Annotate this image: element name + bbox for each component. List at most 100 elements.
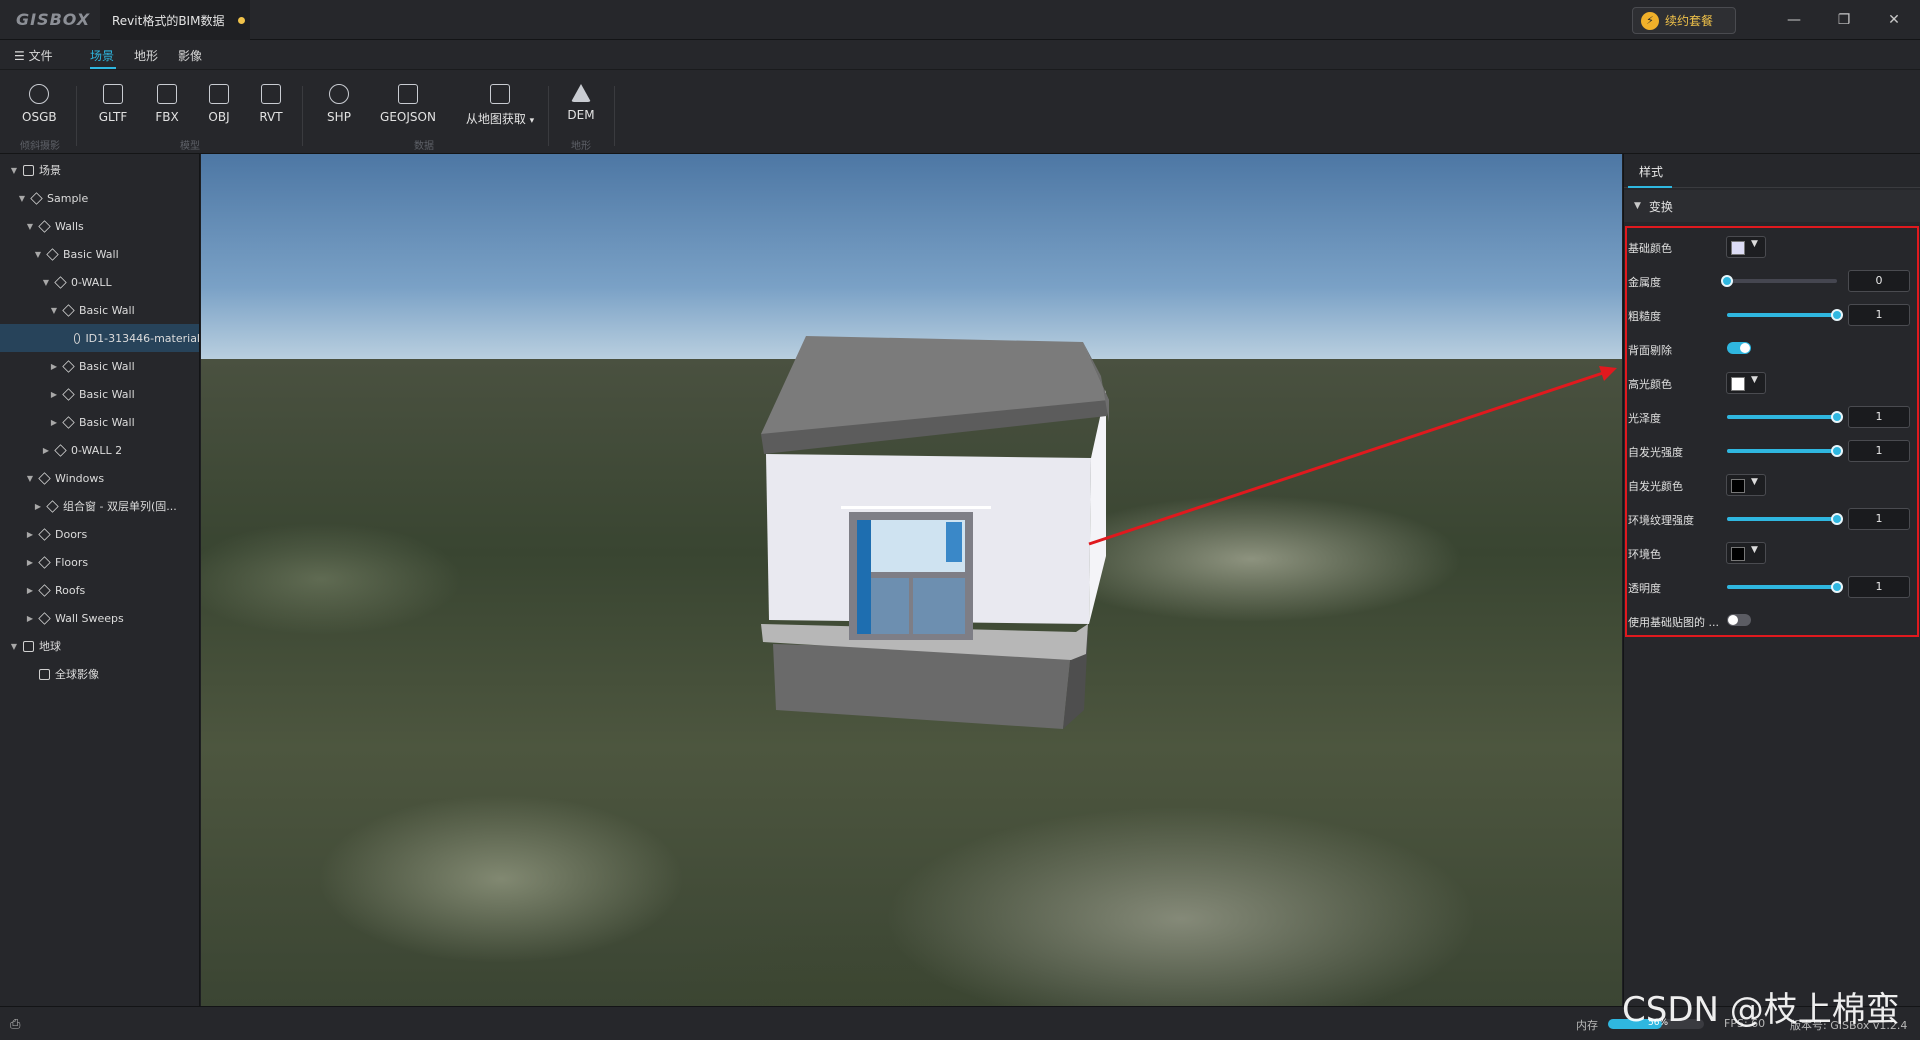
tree-node-material-selected[interactable]: ID1-313446-material xyxy=(0,324,199,352)
expand-icon[interactable]: ▶ xyxy=(24,586,36,595)
expand-icon[interactable]: ▶ xyxy=(24,558,36,567)
gltf-button[interactable]: GLTF xyxy=(96,84,130,124)
tab-imagery[interactable]: 影像 xyxy=(178,47,202,64)
rvt-button[interactable]: RVT xyxy=(254,84,288,124)
tree-node-label: Floors xyxy=(55,555,89,569)
cube-icon xyxy=(62,359,75,373)
osgb-icon xyxy=(29,84,49,104)
expand-icon[interactable]: ▼ xyxy=(16,194,28,203)
tree-node-wall-sweeps[interactable]: ▶ Wall Sweeps xyxy=(0,604,199,632)
cube-icon xyxy=(46,247,59,261)
cube-icon xyxy=(54,443,67,457)
tree-node-label: Doors xyxy=(55,527,88,541)
tree-node-floors[interactable]: ▶ Floors xyxy=(0,548,199,576)
tree-node-earth[interactable]: ▼ 地球 xyxy=(0,632,199,660)
expand-icon[interactable]: ▼ xyxy=(8,166,20,175)
expand-icon[interactable]: ▼ xyxy=(24,474,36,483)
document-tab-label: Revit格式的BIM数据 xyxy=(112,13,225,28)
material-icon xyxy=(73,332,81,344)
tree-node-basic-wall[interactable]: ▼ Basic Wall xyxy=(0,240,199,268)
expand-icon[interactable]: ▶ xyxy=(48,418,60,427)
dem-label: DEM xyxy=(567,108,595,122)
file-menu[interactable]: ☰ 文件 xyxy=(14,47,53,64)
tree-node-label: 地球 xyxy=(39,640,61,653)
active-tab-indicator xyxy=(1628,186,1672,188)
doc-icon[interactable]: ⎙ xyxy=(10,1017,20,1032)
fbx-label: FBX xyxy=(155,110,179,124)
tree-node-windows[interactable]: ▼ Windows xyxy=(0,464,199,492)
tab-scene[interactable]: 场景 xyxy=(90,47,114,64)
3d-viewport[interactable] xyxy=(201,154,1622,1006)
tree-node-basic-wall[interactable]: ▶ Basic Wall xyxy=(0,380,199,408)
tree-node-0-wall-2[interactable]: ▶ 0-WALL 2 xyxy=(0,436,199,464)
collapse-icon: ▼ xyxy=(1634,201,1641,211)
tab-style[interactable]: 样式 xyxy=(1639,163,1663,180)
tree-node-scene[interactable]: ▼ 场景 xyxy=(0,156,199,184)
geojson-button[interactable]: GEOJSON xyxy=(376,84,440,124)
tree-node-label: Walls xyxy=(55,219,84,233)
expand-icon[interactable]: ▼ xyxy=(8,642,20,651)
window-blind xyxy=(946,522,962,562)
expand-icon[interactable]: ▼ xyxy=(32,250,44,259)
window-sill xyxy=(841,506,991,509)
cube-icon xyxy=(62,303,75,317)
expand-icon[interactable]: ▼ xyxy=(24,222,36,231)
expand-icon[interactable]: ▼ xyxy=(48,306,60,315)
house-model[interactable] xyxy=(201,154,1622,1006)
map-fetch-button[interactable]: 从地图获取 ▾ xyxy=(462,84,538,127)
map-fetch-icon xyxy=(490,84,510,104)
close-icon[interactable]: ✕ xyxy=(1882,8,1906,32)
tree-node-sample[interactable]: ▼ Sample xyxy=(0,184,199,212)
fbx-button[interactable]: FBX xyxy=(150,84,184,124)
dem-button[interactable]: DEM xyxy=(564,84,598,122)
property-panel: 样式 ▼ 变换 基础颜色 ▼ 金属度 0 粗糙度 1 背面剔除 高光颜色 ▼ 光泽度 1 自发光强度 1… xyxy=(1623,154,1920,1006)
renew-plan-label: 续约套餐 xyxy=(1665,14,1714,28)
tree-node-global-imagery[interactable]: 全球影像 xyxy=(0,660,199,688)
tree-node-doors[interactable]: ▶ Doors xyxy=(0,520,199,548)
tree-node-label: 0-WALL xyxy=(71,275,112,289)
shp-button[interactable]: SHP xyxy=(322,84,356,124)
tree-node-basic-wall[interactable]: ▶ Basic Wall xyxy=(0,408,199,436)
transform-section-header[interactable]: ▼ 变换 xyxy=(1624,190,1920,222)
shp-label: SHP xyxy=(327,110,351,124)
rvt-icon xyxy=(261,84,281,104)
group-label-data: 数据 xyxy=(414,141,434,152)
tree-node-0-wall[interactable]: ▼ 0-WALL xyxy=(0,268,199,296)
tree-node-label: Basic Wall xyxy=(79,359,135,373)
expand-icon[interactable]: ▶ xyxy=(48,390,60,399)
annotation-highlight-box xyxy=(1625,226,1919,637)
tree-node-label: 0-WALL 2 xyxy=(71,443,123,457)
app-logo: GISBOX xyxy=(16,10,91,29)
renew-plan-button[interactable]: ⚡ 续约套餐 xyxy=(1632,7,1736,34)
panel-tabbar: 样式 xyxy=(1624,154,1920,188)
expand-icon[interactable]: ▶ xyxy=(32,502,44,511)
tree-node-label: 全球影像 xyxy=(55,668,99,681)
tree-node-combo-window[interactable]: ▶ 组合窗 - 双层单列(固... xyxy=(0,492,199,520)
tree-node-basic-wall[interactable]: ▼ Basic Wall xyxy=(0,296,199,324)
expand-icon[interactable]: ▶ xyxy=(24,530,36,539)
tree-node-label: Basic Wall xyxy=(63,247,119,261)
title-bar: GISBOX Revit格式的BIM数据 ⚡ 续约套餐 — ❐ ✕ xyxy=(0,0,1920,40)
restore-icon[interactable]: ❐ xyxy=(1832,8,1856,32)
expand-icon[interactable]: ▼ xyxy=(40,278,52,287)
obj-label: OBJ xyxy=(208,110,230,124)
chevron-down-icon: ▾ xyxy=(529,116,535,126)
tab-terrain[interactable]: 地形 xyxy=(134,47,158,64)
cube-icon xyxy=(38,471,51,485)
osgb-button[interactable]: OSGB xyxy=(22,84,57,124)
document-tab[interactable]: Revit格式的BIM数据 xyxy=(100,0,250,40)
gltf-icon xyxy=(103,84,123,104)
minimize-icon[interactable]: — xyxy=(1782,8,1806,32)
tree-node-basic-wall[interactable]: ▶ Basic Wall xyxy=(0,352,199,380)
section-title: 变换 xyxy=(1648,199,1673,214)
group-label-oblique: 倾斜摄影 xyxy=(20,141,60,152)
obj-button[interactable]: OBJ xyxy=(202,84,236,124)
tree-node-walls[interactable]: ▼ Walls xyxy=(0,212,199,240)
tree-node-roofs[interactable]: ▶ Roofs xyxy=(0,576,199,604)
scene-tree: ▼ 场景 ▼ Sample ▼ Walls ▼ Basic Wall ▼ 0-WALL ▼… xyxy=(0,154,200,1006)
expand-icon[interactable]: ▶ xyxy=(24,614,36,623)
expand-icon[interactable]: ▶ xyxy=(48,362,60,371)
rvt-label: RVT xyxy=(259,110,283,124)
expand-icon[interactable]: ▶ xyxy=(40,446,52,455)
obj-icon xyxy=(209,84,229,104)
